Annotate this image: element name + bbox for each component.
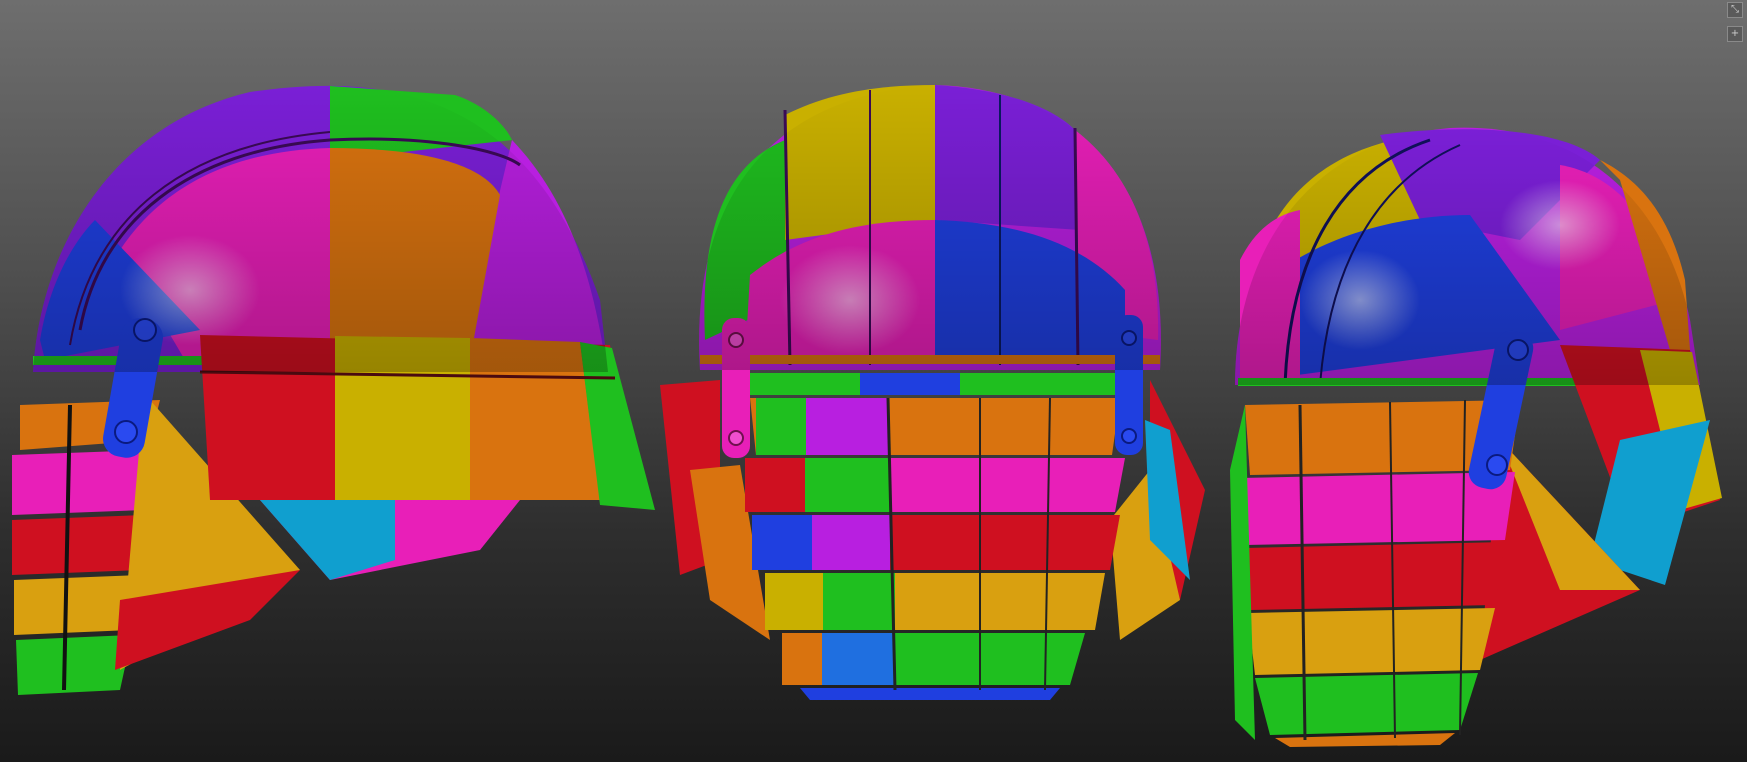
helmet-uv-preview (12, 85, 1722, 747)
helmet-front-view (660, 85, 1205, 700)
helmet-side-view (12, 85, 655, 695)
helmet-three-quarter-view (1230, 127, 1722, 747)
viewport-corner-tools: ⤡ + (1725, 2, 1743, 50)
resize-icon[interactable]: ⤡ (1727, 2, 1743, 18)
plus-icon[interactable]: + (1727, 26, 1743, 42)
3d-viewport[interactable]: ⤡ + (0, 0, 1747, 762)
